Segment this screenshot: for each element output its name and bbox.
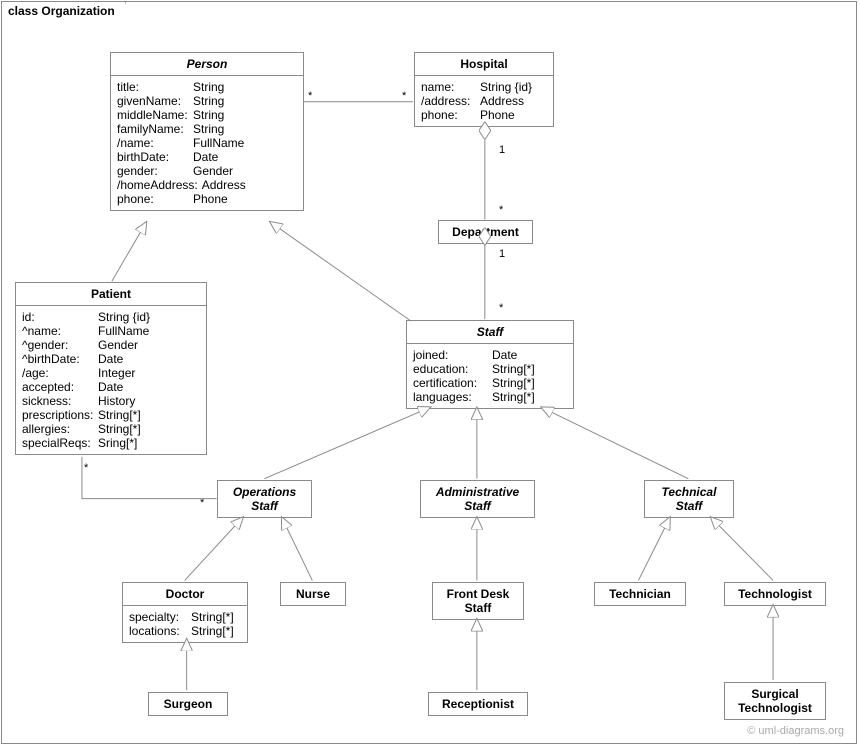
- class-technologist-title: Technologist: [725, 583, 825, 605]
- class-tech-title: Technical Staff: [645, 481, 733, 517]
- class-patient-attrs: id:String {id} ^name:FullName ^gender:Ge…: [16, 306, 206, 454]
- class-hospital: Hospital name:String {id} /address:Addre…: [414, 52, 554, 127]
- mult-hosp-dept-1: 1: [499, 144, 505, 156]
- class-patient: Patient id:String {id} ^name:FullName ^g…: [15, 282, 207, 455]
- watermark: © uml-diagrams.org: [747, 725, 844, 737]
- class-technician-title: Technician: [595, 583, 685, 605]
- class-staff-attrs: joined:Date education:String[*] certific…: [407, 344, 573, 408]
- class-ops-title: Operations Staff: [218, 481, 311, 517]
- class-operations-staff: Operations Staff: [217, 480, 312, 518]
- class-admin-title: Administrative Staff: [421, 481, 534, 517]
- class-staff-title: Staff: [407, 321, 573, 343]
- class-admin-staff: Administrative Staff: [420, 480, 535, 518]
- mult-person-hosp-r: *: [402, 90, 406, 102]
- class-hospital-attrs: name:String {id} /address:Address phone:…: [415, 76, 553, 126]
- class-technologist: Technologist: [724, 582, 826, 606]
- class-surg-tech-title: Surgical Technologist: [725, 683, 825, 719]
- mult-person-hosp-l: *: [308, 90, 312, 102]
- class-surgeon: Surgeon: [148, 692, 228, 716]
- class-person: Person title:String givenName:String mid…: [110, 52, 304, 211]
- mult-patient-ops-r: *: [200, 497, 204, 509]
- class-surg-tech: Surgical Technologist: [724, 682, 826, 720]
- class-person-title: Person: [111, 53, 303, 75]
- mult-dept-staff-1: 1: [499, 248, 505, 260]
- class-department-title: Department: [439, 221, 532, 243]
- class-technician: Technician: [594, 582, 686, 606]
- class-department: Department: [438, 220, 533, 244]
- class-front-desk-title: Front Desk Staff: [433, 583, 523, 619]
- class-person-attrs: title:String givenName:String middleName…: [111, 76, 303, 210]
- class-front-desk: Front Desk Staff: [432, 582, 524, 620]
- mult-dept-staff-star: *: [499, 302, 503, 314]
- class-surgeon-title: Surgeon: [149, 693, 227, 715]
- mult-patient-ops-l: *: [84, 462, 88, 474]
- diagram-frame: class Organization Person title:String g…: [1, 1, 857, 744]
- class-doctor: Doctor specialty:String[*] locations:Str…: [122, 582, 248, 643]
- class-doctor-title: Doctor: [123, 583, 247, 605]
- class-patient-title: Patient: [16, 283, 206, 305]
- class-receptionist: Receptionist: [428, 692, 528, 716]
- mult-hosp-dept-star: *: [499, 204, 503, 216]
- class-hospital-title: Hospital: [415, 53, 553, 75]
- class-tech-staff: Technical Staff: [644, 480, 734, 518]
- class-nurse: Nurse: [280, 582, 346, 606]
- class-staff: Staff joined:Date education:String[*] ce…: [406, 320, 574, 409]
- class-receptionist-title: Receptionist: [429, 693, 527, 715]
- class-doctor-attrs: specialty:String[*] locations:String[*]: [123, 606, 247, 642]
- frame-title-tab: class Organization: [1, 1, 126, 20]
- class-nurse-title: Nurse: [281, 583, 345, 605]
- frame-title: class Organization: [8, 4, 115, 18]
